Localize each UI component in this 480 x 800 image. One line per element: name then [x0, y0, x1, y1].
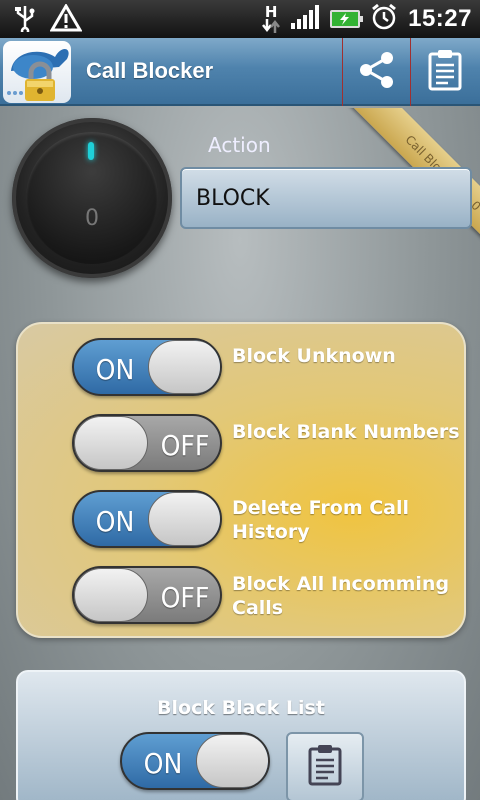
option-block-blank-numbers: OFF Block Blank Numbers: [72, 414, 462, 476]
options-panel: ON Block Unknown OFF Block Blank Numbers…: [16, 322, 466, 638]
toggle-state: ON: [95, 505, 135, 538]
alarm-icon: [370, 3, 398, 35]
option-block-all-incoming: OFF Block All Incomming Calls: [72, 566, 462, 628]
warning-icon: [49, 3, 83, 36]
option-label: Block Unknown: [232, 345, 396, 367]
toggle-thumb[interactable]: [196, 734, 268, 788]
signal-icon: [290, 4, 320, 34]
data-transfer-icon: H: [262, 3, 281, 33]
toggle-block-unknown[interactable]: ON: [72, 338, 222, 396]
knob-indicator: [88, 142, 94, 160]
black-list-card: Block Black List ON: [16, 670, 466, 800]
network-type: H: [264, 3, 278, 21]
toggle-state: OFF: [160, 429, 210, 462]
battery-icon: [330, 10, 364, 28]
action-selector[interactable]: BLOCK: [180, 167, 472, 229]
action-value: BLOCK: [196, 186, 270, 211]
toggle-thumb[interactable]: [148, 492, 220, 546]
black-list-edit-button[interactable]: [286, 732, 364, 800]
toggle-thumb[interactable]: [74, 568, 148, 622]
toggle-state: OFF: [160, 581, 210, 614]
option-delete-from-history: ON Delete From Call History: [72, 490, 462, 552]
black-list-title: Block Black List: [157, 697, 325, 719]
share-icon: [357, 50, 397, 94]
status-bar: H 15:27: [0, 0, 480, 38]
app-lock-icon[interactable]: [3, 41, 71, 103]
toggle-block-all-incoming[interactable]: OFF: [72, 566, 222, 624]
option-label: Block All Incomming Calls: [232, 573, 450, 619]
option-label: Block Blank Numbers: [232, 421, 460, 443]
knob-value: 0: [85, 206, 99, 231]
toggle-delete-from-history[interactable]: ON: [72, 490, 222, 548]
rotary-knob[interactable]: 0: [12, 118, 172, 278]
clock-time: 15:27: [408, 5, 472, 32]
usb-icon: [14, 4, 36, 36]
option-label: Delete From Call History: [232, 497, 410, 543]
action-bar: Call Blocker: [0, 38, 480, 106]
toggle-black-list[interactable]: ON: [120, 732, 270, 790]
clipboard-icon: [308, 744, 342, 790]
toggle-state: ON: [95, 353, 135, 386]
share-button[interactable]: [342, 38, 410, 106]
app-title: Call Blocker: [86, 58, 214, 83]
toggle-thumb[interactable]: [148, 340, 220, 394]
toggle-block-blank-numbers[interactable]: OFF: [72, 414, 222, 472]
clipboard-icon: [428, 49, 462, 95]
option-block-unknown: ON Block Unknown: [72, 338, 462, 400]
action-label: Action: [208, 133, 271, 157]
clipboard-button[interactable]: [410, 38, 478, 106]
toggle-state: ON: [143, 747, 183, 780]
toggle-thumb[interactable]: [74, 416, 148, 470]
